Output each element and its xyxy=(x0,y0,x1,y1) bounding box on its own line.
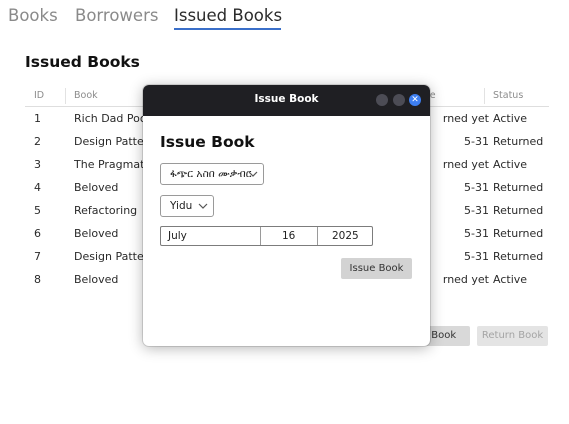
row-book: Design Patter xyxy=(74,250,144,263)
row-status: Returned xyxy=(493,181,544,194)
row-status: Active xyxy=(493,112,528,125)
chevron-down-icon xyxy=(248,167,258,184)
header-id[interactable]: ID xyxy=(34,90,64,101)
date-month-field[interactable]: July xyxy=(168,230,187,242)
date-day-field[interactable]: 16 xyxy=(282,230,295,242)
date-picker[interactable]: July 16 2025 xyxy=(160,226,373,246)
row-book: Beloved xyxy=(74,273,119,286)
row-book: Rich Dad Poo xyxy=(74,112,144,125)
column-separator xyxy=(65,88,66,104)
row-status: Active xyxy=(493,273,528,286)
dialog-heading: Issue Book xyxy=(160,133,255,151)
return-book-button[interactable]: Return Book xyxy=(477,326,548,346)
page-title: Issued Books xyxy=(25,53,140,71)
row-status: Returned xyxy=(493,135,544,148)
maximize-button[interactable] xyxy=(393,94,405,106)
column-separator xyxy=(484,88,485,104)
row-status: Returned xyxy=(493,250,544,263)
date-year-field[interactable]: 2025 xyxy=(332,230,359,242)
row-status: Returned xyxy=(493,227,544,240)
row-book: Design Patter xyxy=(74,135,144,148)
close-icon: ✕ xyxy=(411,95,419,105)
active-tab-indicator xyxy=(174,28,281,30)
row-id: 3 xyxy=(34,158,41,171)
row-id: 7 xyxy=(34,250,41,263)
header-status[interactable]: Status xyxy=(493,90,549,101)
row-book: Beloved xyxy=(74,181,119,194)
row-id: 5 xyxy=(34,204,41,217)
row-id: 4 xyxy=(34,181,41,194)
row-book: Beloved xyxy=(74,227,119,240)
close-button[interactable]: ✕ xyxy=(409,94,421,106)
row-id: 6 xyxy=(34,227,41,240)
borrower-select[interactable]: ፋጭር አስበ ሙቃብር xyxy=(160,163,264,185)
row-id: 2 xyxy=(34,135,41,148)
tab-books[interactable]: Books xyxy=(8,6,58,25)
tab-borrowers[interactable]: Borrowers xyxy=(75,6,158,25)
issue-book-submit-button[interactable]: Issue Book xyxy=(341,258,412,279)
row-book: Refactoring xyxy=(74,204,138,217)
header-book[interactable]: Book xyxy=(74,90,144,101)
chevron-down-icon xyxy=(198,199,208,216)
row-status: Returned xyxy=(493,204,544,217)
row-status: Active xyxy=(493,158,528,171)
dialog-titlebar[interactable]: Issue Book ✕ xyxy=(143,85,430,116)
borrower-select-value: ፋጭር አስበ ሙቃብር xyxy=(170,168,252,180)
tab-issued-books[interactable]: Issued Books xyxy=(174,6,282,25)
date-separator xyxy=(260,227,261,245)
book-select-value: Yidu xyxy=(170,200,193,212)
row-book: The Pragmati xyxy=(74,158,144,171)
minimize-button[interactable] xyxy=(376,94,388,106)
row-id: 1 xyxy=(34,112,41,125)
row-id: 8 xyxy=(34,273,41,286)
issue-book-dialog: Issue Book ✕ Issue Book ፋጭር አስበ ሙቃብር Yid… xyxy=(143,85,430,346)
book-select[interactable]: Yidu xyxy=(160,195,214,217)
date-separator xyxy=(317,227,318,245)
